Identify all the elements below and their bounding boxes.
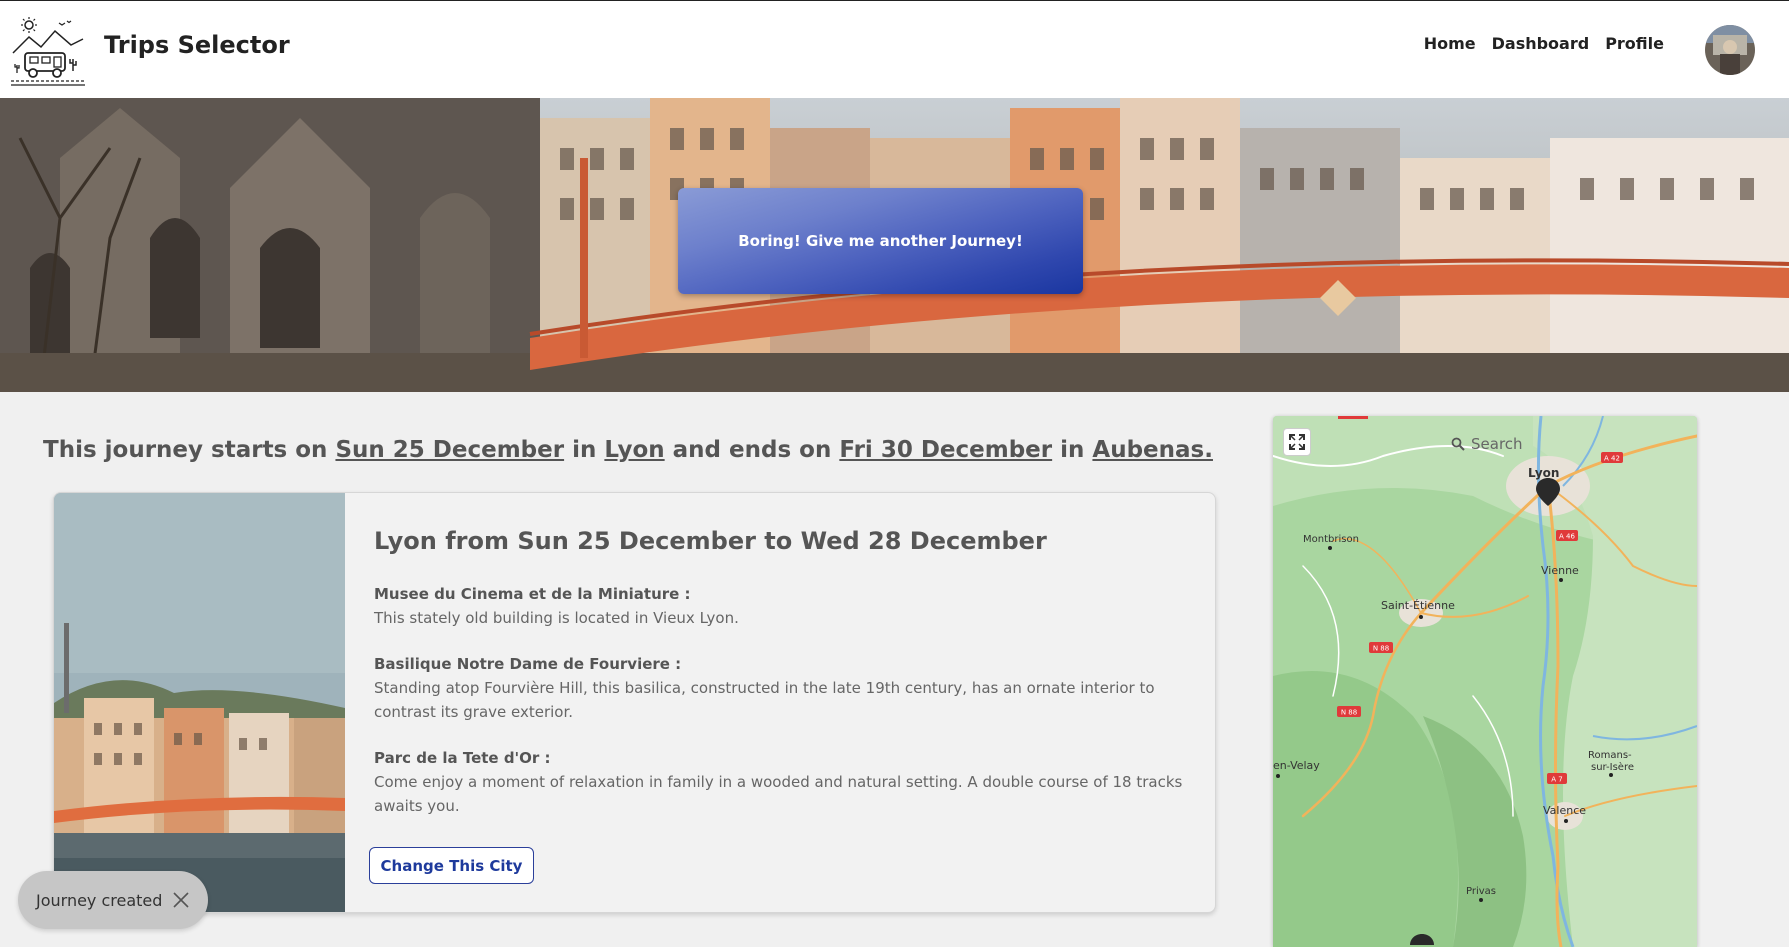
main-nav: Home Dashboard Profile [1424, 34, 1664, 53]
start-city-link[interactable]: Lyon [604, 437, 664, 463]
road-badge: N 88 [1337, 706, 1361, 717]
nav-profile-link[interactable]: Profile [1605, 34, 1664, 53]
lyon-city-photo [54, 493, 345, 912]
road-badge: N 88 [1369, 642, 1393, 653]
toast-notification: Journey created [18, 871, 208, 929]
place-item: Musee du Cinema et de la Miniature : Thi… [374, 582, 1194, 630]
place-description: This stately old building is located in … [374, 609, 739, 627]
svg-text:A 46: A 46 [1559, 533, 1575, 541]
place-name: Musee du Cinema et de la Miniature : [374, 585, 691, 603]
app-header: Trips Selector Home Dashboard Profile [0, 0, 1789, 98]
summary-text: This journey starts on [43, 437, 336, 463]
fullscreen-icon[interactable] [1283, 428, 1311, 456]
map-label: Privas [1466, 886, 1496, 897]
another-journey-button[interactable]: Boring! Give me another Journey! [678, 188, 1083, 294]
route-map[interactable]: A 42 A 46 N 88 N 88 A 7 Lyon Montbrison … [1273, 416, 1697, 947]
place-item: Basilique Notre Dame de Fourviere : Stan… [374, 652, 1194, 724]
end-date-link[interactable]: Fri 30 December [839, 437, 1052, 463]
start-date-link[interactable]: Sun 25 December [335, 437, 564, 463]
city-card: Lyon from Sun 25 December to Wed 28 Dece… [53, 492, 1216, 913]
summary-text: in [1052, 437, 1093, 463]
change-city-button[interactable]: Change This City [369, 847, 534, 884]
road-badge: A 7 [1547, 773, 1567, 784]
search-icon [1451, 437, 1465, 451]
summary-text: in [564, 437, 605, 463]
toast-message: Journey created [36, 890, 163, 910]
city-title: Lyon from Sun 25 December to Wed 28 Dece… [374, 527, 1047, 555]
map-label: Romans- [1588, 750, 1632, 761]
nav-home-link[interactable]: Home [1424, 34, 1476, 53]
close-icon[interactable] [172, 891, 190, 909]
place-item: Parc de la Tete d'Or : Come enjoy a mome… [374, 746, 1194, 818]
map-label: Valence [1543, 804, 1586, 817]
city-card-body: Lyon from Sun 25 December to Wed 28 Dece… [374, 527, 1194, 840]
place-name: Parc de la Tete d'Or : [374, 749, 551, 767]
place-description: Standing atop Fourvière Hill, this basil… [374, 679, 1155, 721]
nav-dashboard-link[interactable]: Dashboard [1492, 34, 1590, 53]
hero-banner: Boring! Give me another Journey! [0, 98, 1789, 392]
journey-summary: This journey starts on Sun 25 December i… [43, 437, 1213, 463]
map-label: Saint-Étienne [1381, 599, 1455, 612]
map-label: sur-Isère [1591, 761, 1634, 773]
map-search-placeholder: Search [1471, 435, 1523, 453]
end-city-link[interactable]: Aubenas. [1092, 437, 1213, 463]
place-description: Come enjoy a moment of relaxation in fam… [374, 773, 1183, 815]
map-canvas[interactable]: A 42 A 46 N 88 N 88 A 7 Lyon Montbrison … [1273, 416, 1697, 947]
app-title: Trips Selector [104, 31, 290, 59]
place-name: Basilique Notre Dame de Fourviere : [374, 655, 682, 673]
map-label: Vienne [1541, 564, 1579, 577]
camper-van-logo-icon[interactable] [11, 15, 85, 87]
road-badge: A 46 [1556, 530, 1578, 541]
summary-text: and ends on [664, 437, 840, 463]
svg-text:N 88: N 88 [1373, 645, 1389, 653]
map-label-lyon: Lyon [1528, 466, 1559, 480]
svg-text:N 88: N 88 [1341, 709, 1357, 717]
map-label: en-Velay [1273, 759, 1320, 772]
user-avatar[interactable] [1705, 25, 1755, 75]
svg-text:A 7: A 7 [1551, 776, 1562, 784]
map-search-input[interactable]: Search [1443, 430, 1633, 458]
map-label: Montbrison [1303, 534, 1359, 545]
